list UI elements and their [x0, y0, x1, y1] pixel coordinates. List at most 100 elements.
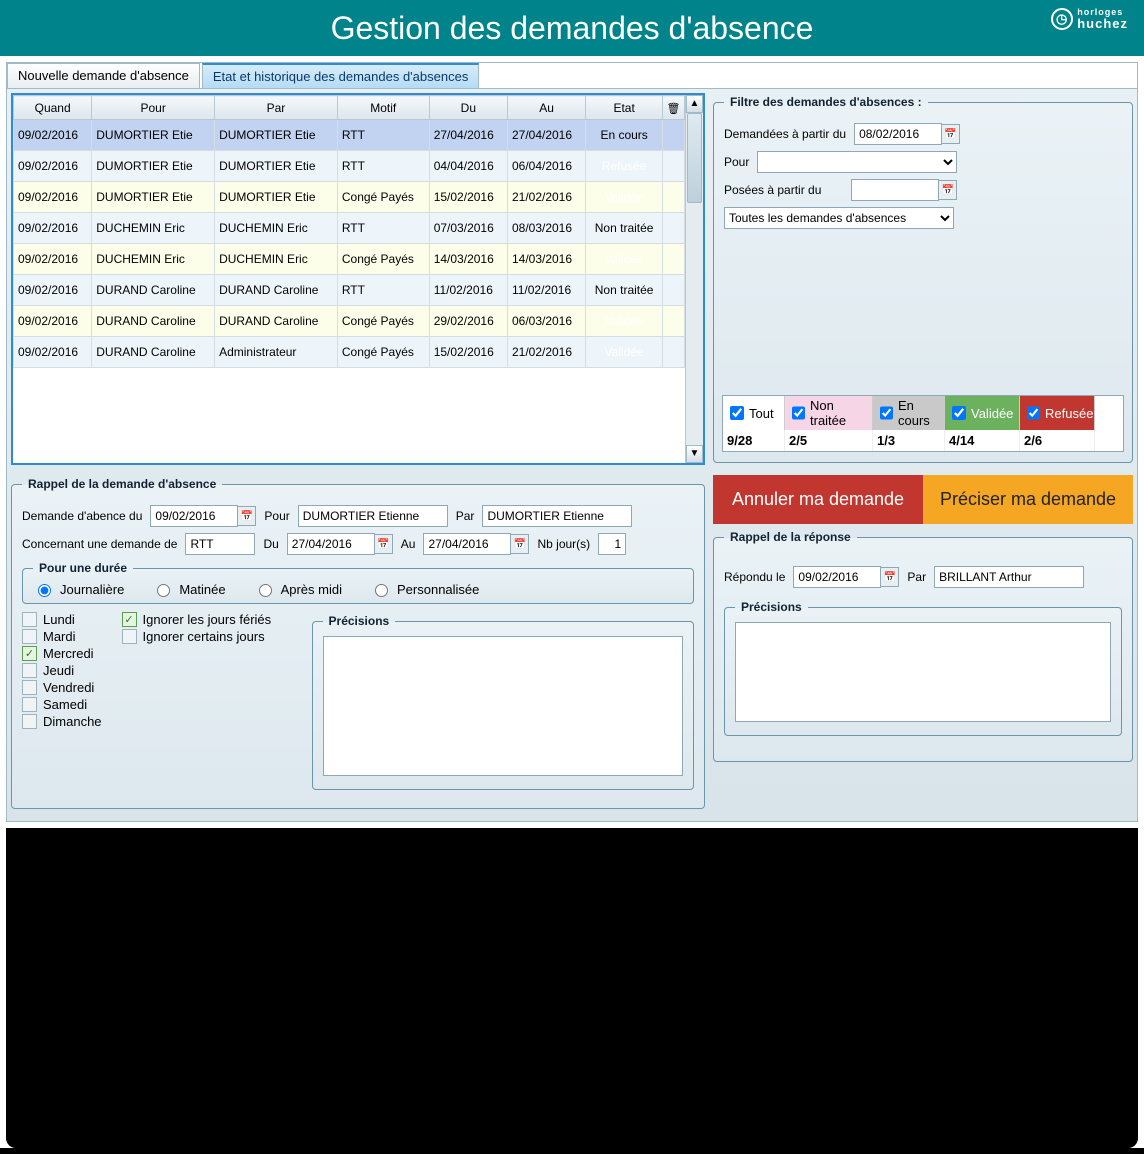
cell-pour: DUMORTIER Etie [92, 120, 215, 151]
col-header[interactable]: Motif [337, 96, 429, 120]
demande-date-label: Demande d'abence du [22, 509, 142, 523]
duration-option-Journalière[interactable]: Journalière [33, 581, 124, 597]
status-filter-En cours[interactable]: En cours [873, 396, 945, 430]
status-filter-Refusée[interactable]: Refusée [1020, 396, 1095, 430]
day-Vendredi[interactable]: Vendredi [22, 680, 102, 695]
cell-au: 27/04/2016 [507, 120, 585, 151]
col-header[interactable]: Pour [92, 96, 215, 120]
status-count: 9/28 [723, 430, 785, 451]
col-header[interactable]: Au [507, 96, 585, 120]
cancel-request-button[interactable]: Annuler ma demande [713, 475, 923, 524]
day-Dimanche[interactable]: Dimanche [22, 714, 102, 729]
precise-request-button[interactable]: Préciser ma demande [923, 475, 1133, 524]
scroll-thumb[interactable] [687, 113, 702, 203]
day-Jeudi[interactable]: Jeudi [22, 663, 102, 678]
posees-label: Posées à partir du [724, 183, 821, 197]
cell-motif: Congé Payés [337, 244, 429, 275]
au-input[interactable] [423, 533, 511, 555]
cell-trash [663, 213, 685, 244]
day-Lundi[interactable]: Lundi [22, 612, 102, 627]
trash-icon [667, 100, 681, 115]
status-checkbox[interactable] [1027, 406, 1040, 420]
tab-0[interactable]: Nouvelle demande d'absence [7, 63, 200, 88]
status-checkbox[interactable] [952, 406, 966, 420]
status-filter-Non traitée[interactable]: Non traitée [785, 396, 873, 430]
ignore-certains-checkbox[interactable]: Ignorer certains jours [122, 629, 292, 644]
cell-etat: Validée [586, 244, 663, 275]
demande-date-input[interactable] [150, 505, 238, 527]
cell-du: 14/03/2016 [429, 244, 507, 275]
status-filter-grid: ToutNon traitéeEn coursValidéeRefusée 9/2… [722, 395, 1124, 452]
tab-1[interactable]: Etat et historique des demandes d'absenc… [202, 63, 479, 88]
cell-au: 14/03/2016 [507, 244, 585, 275]
col-header[interactable]: Quand [14, 96, 92, 120]
duration-option-Après midi[interactable]: Après midi [254, 581, 342, 597]
rappel-pour-label: Pour [264, 509, 289, 523]
col-header[interactable]: Par [215, 96, 338, 120]
posees-date-input[interactable] [851, 179, 939, 201]
table-row[interactable]: 09/02/2016DURAND CarolineDURAND Caroline… [14, 275, 685, 306]
scroll-down-button[interactable]: ▼ [686, 445, 703, 463]
table-row[interactable]: 09/02/2016DUCHEMIN EricDUCHEMIN EricCong… [14, 244, 685, 275]
calendar-icon[interactable]: 📅 [375, 534, 393, 554]
col-header[interactable]: Du [429, 96, 507, 120]
calendar-icon[interactable]: 📅 [939, 180, 957, 200]
cell-du: 07/03/2016 [429, 213, 507, 244]
cell-pour: DUCHEMIN Eric [92, 244, 215, 275]
cell-du: 27/04/2016 [429, 120, 507, 151]
du-input[interactable] [287, 533, 375, 555]
status-count: 1/3 [873, 430, 945, 451]
table-row[interactable]: 09/02/2016DUMORTIER EtieDUMORTIER EtieRT… [14, 120, 685, 151]
nbj-input[interactable] [598, 533, 626, 555]
du-label: Du [263, 537, 278, 551]
scope-combo[interactable]: Toutes les demandes d'absences [724, 207, 954, 229]
table-row[interactable]: 09/02/2016DUMORTIER EtieDUMORTIER EtieRT… [14, 151, 685, 182]
concernant-input[interactable] [185, 533, 255, 555]
cell-pour: DURAND Caroline [92, 275, 215, 306]
calendar-icon[interactable]: 📅 [511, 534, 529, 554]
reponse-precisions-legend: Précisions [735, 600, 808, 614]
table-scrollbar[interactable]: ▲ ▼ [685, 95, 703, 463]
status-checkbox[interactable] [880, 406, 893, 420]
pour-combo[interactable] [757, 151, 957, 173]
cell-quand: 09/02/2016 [14, 182, 92, 213]
calendar-icon[interactable]: 📅 [942, 124, 960, 144]
col-header[interactable]: Etat [586, 96, 663, 120]
reponse-precisions-textarea[interactable] [735, 622, 1111, 722]
cell-quand: 09/02/2016 [14, 337, 92, 368]
precisions-textarea[interactable] [323, 636, 683, 776]
rappel-par-input[interactable] [482, 505, 632, 527]
day-Mercredi[interactable]: ✓Mercredi [22, 646, 102, 661]
day-Samedi[interactable]: Samedi [22, 697, 102, 712]
duration-option-Personnalisée[interactable]: Personnalisée [370, 581, 479, 597]
calendar-icon[interactable]: 📅 [881, 567, 899, 587]
trash-header[interactable] [663, 96, 685, 120]
day-Mardi[interactable]: Mardi [22, 629, 102, 644]
duration-option-Matinée[interactable]: Matinée [152, 581, 225, 597]
repondu-date-input[interactable] [793, 566, 881, 588]
ignore-feries-checkbox[interactable]: ✓Ignorer les jours fériés [122, 612, 292, 627]
status-filter-Validée[interactable]: Validée [945, 396, 1020, 430]
cell-du: 11/02/2016 [429, 275, 507, 306]
cell-motif: RTT [337, 120, 429, 151]
demandees-label: Demandées à partir du [724, 127, 846, 141]
days-column: Lundi Mardi ✓Mercredi Jeudi Vendredi Samedi Di… [22, 612, 102, 729]
calendar-icon[interactable]: 📅 [238, 506, 256, 526]
demandees-date-input[interactable] [854, 123, 942, 145]
status-filter-Tout[interactable]: Tout [723, 396, 785, 430]
status-checkbox[interactable] [730, 406, 744, 420]
table-row[interactable]: 09/02/2016DUCHEMIN EricDUCHEMIN EricRTT0… [14, 213, 685, 244]
rappel-par-label: Par [456, 509, 475, 523]
table-row[interactable]: 09/02/2016DURAND CarolineAdministrateurC… [14, 337, 685, 368]
table-row[interactable]: 09/02/2016DURAND CarolineDURAND Caroline… [14, 306, 685, 337]
cell-trash [663, 182, 685, 213]
au-label: Au [401, 537, 416, 551]
cell-quand: 09/02/2016 [14, 120, 92, 151]
table-row[interactable]: 09/02/2016DUMORTIER EtieDUMORTIER EtieCo… [14, 182, 685, 213]
scroll-up-button[interactable]: ▲ [686, 95, 703, 113]
reponse-par-input[interactable] [934, 566, 1084, 588]
status-checkbox[interactable] [792, 406, 805, 420]
cell-au: 06/04/2016 [507, 151, 585, 182]
cell-au: 21/02/2016 [507, 182, 585, 213]
rappel-pour-input[interactable] [298, 505, 448, 527]
